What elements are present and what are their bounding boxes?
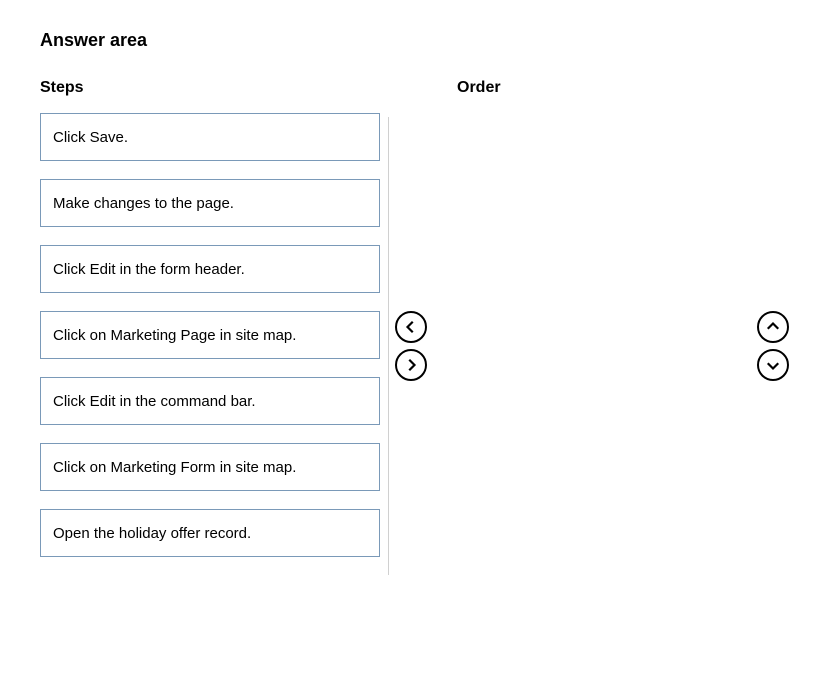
step-item[interactable]: Click Edit in the command bar. [40, 377, 380, 425]
move-left-button[interactable] [395, 311, 427, 343]
move-up-button[interactable] [757, 311, 789, 343]
move-right-button[interactable] [395, 349, 427, 381]
step-label: Make changes to the page. [53, 195, 234, 212]
answer-area-title: Answer area [40, 30, 793, 51]
step-item[interactable]: Open the holiday offer record. [40, 509, 380, 557]
move-down-button[interactable] [757, 349, 789, 381]
step-item[interactable]: Click Save. [40, 113, 380, 161]
step-label: Click on Marketing Form in site map. [53, 459, 296, 476]
step-label: Click on Marketing Page in site map. [53, 327, 296, 344]
chevron-down-icon [766, 358, 780, 372]
chevron-up-icon [766, 320, 780, 334]
chevron-left-icon [404, 320, 418, 334]
steps-header: Steps [40, 79, 380, 97]
answer-area-container: Steps Click Save. Make changes to the pa… [40, 79, 793, 575]
step-label: Open the holiday offer record. [53, 525, 251, 542]
step-item[interactable]: Click on Marketing Page in site map. [40, 311, 380, 359]
order-drop-area[interactable] [457, 113, 757, 573]
step-label: Click Edit in the command bar. [53, 393, 256, 410]
step-item[interactable]: Click on Marketing Form in site map. [40, 443, 380, 491]
steps-column: Steps Click Save. Make changes to the pa… [40, 79, 380, 575]
step-item[interactable]: Make changes to the page. [40, 179, 380, 227]
step-item[interactable]: Click Edit in the form header. [40, 245, 380, 293]
order-header: Order [457, 79, 757, 97]
step-label: Click Save. [53, 129, 128, 146]
move-controls [389, 117, 433, 575]
chevron-right-icon [404, 358, 418, 372]
step-label: Click Edit in the form header. [53, 261, 245, 278]
reorder-controls [757, 117, 793, 575]
order-column: Order [433, 79, 757, 575]
